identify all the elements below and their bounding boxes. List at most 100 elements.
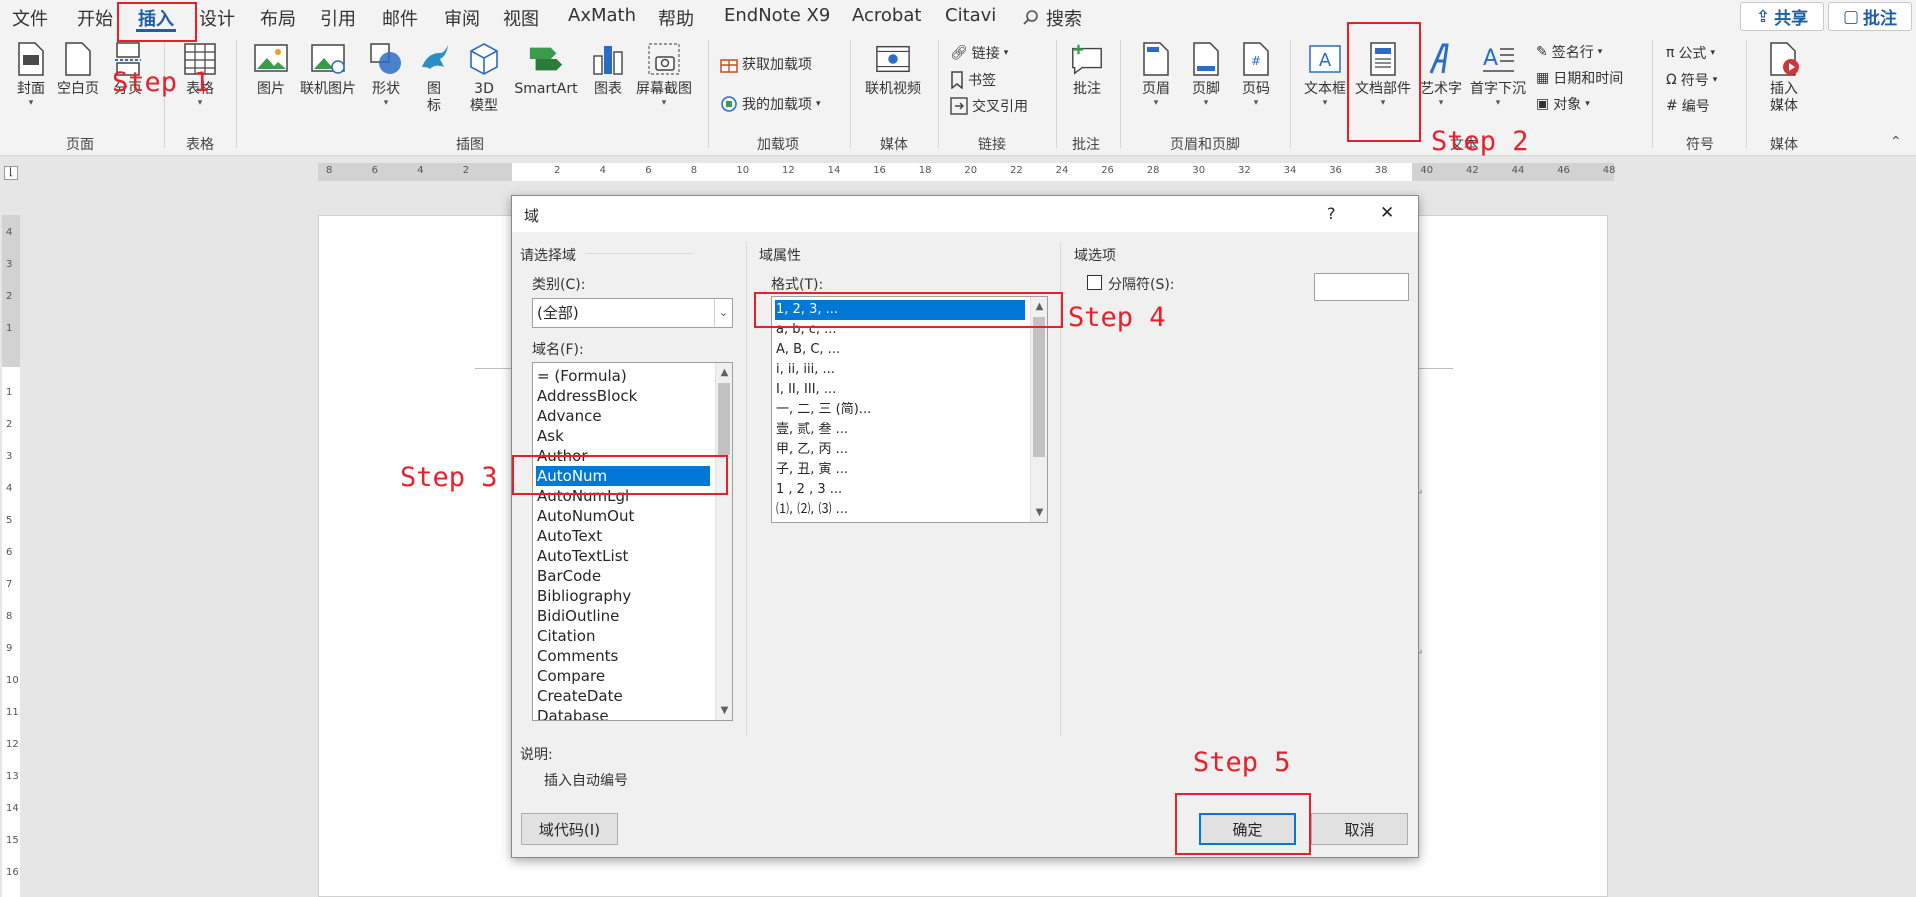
field-list-item[interactable]: Advance (536, 406, 710, 426)
footer-button[interactable]: 页脚 ▾ (1186, 40, 1226, 108)
field-list-item[interactable]: Compare (536, 666, 710, 686)
field-list-item[interactable]: BidiOutline (536, 606, 710, 626)
comments-button[interactable]: ▢ 批注 (1828, 2, 1912, 31)
chevron-down-icon[interactable]: ⌄ (714, 299, 732, 327)
get-addins-button[interactable]: 获取加载项 (720, 54, 812, 74)
vertical-ruler[interactable]: 4 3 2 1 1 2 3 4 5 6 7 8 9 10 11 12 13 14 15 16 (2, 215, 20, 897)
object-button[interactable]: ▣ 对象 ▾ (1536, 94, 1590, 114)
format-list-item[interactable]: 甲, 乙, 丙 ... (775, 440, 1025, 460)
tab-axmath[interactable]: AxMath (568, 5, 636, 26)
format-list[interactable]: 1, 2, 3, ... a, b, c, ... A, B, C, ... i, i… (771, 296, 1048, 523)
field-list-item[interactable]: CreateDate (536, 686, 710, 706)
format-list-item[interactable]: I, II, III, ... (775, 380, 1025, 400)
format-list-item[interactable]: 一, 二, 三 (简)... (775, 400, 1025, 420)
ribbon: 封面 ▾ 空白页 分页 页面 表格 ▾ 表格 图片 联机图片 形状 ▾ 图 标 3D … (0, 34, 1916, 156)
scroll-up-icon[interactable]: ▲ (716, 364, 732, 381)
format-list-item[interactable]: 子, 丑, 寅 ... (775, 460, 1025, 480)
field-list-item[interactable]: Database (536, 706, 710, 720)
horizontal-ruler[interactable]: 8 6 4 2 2 4 6 8 10 12 14 16 18 20 22 24 26 28 30 32 34 36 38 40… (318, 163, 1616, 181)
collapse-ribbon-icon[interactable]: ⌃ (1890, 134, 1902, 150)
symbol-button[interactable]: Ω 符号 ▾ (1666, 70, 1717, 90)
field-list-item[interactable]: AddressBlock (536, 386, 710, 406)
format-list-item[interactable]: A, B, C, ... (775, 340, 1025, 360)
ruler-tick-label: 8 (690, 165, 698, 176)
field-list-item[interactable]: AutoNumOut (536, 506, 710, 526)
field-list-item[interactable]: Citation (536, 626, 710, 646)
scroll-thumb[interactable] (1033, 317, 1045, 457)
format-list-item[interactable]: 1 , 2 , 3 ... (775, 480, 1025, 500)
step2-highlight (1347, 22, 1421, 142)
cancel-button[interactable]: 取消 (1311, 813, 1408, 845)
field-list-item[interactable]: BarCode (536, 566, 710, 586)
icons-button[interactable]: 图 标 (414, 40, 454, 115)
field-names-list[interactable]: = (Formula) AddressBlock Advance Ask Author A… (532, 362, 733, 721)
equation-button[interactable]: π 公式 ▾ (1666, 43, 1715, 63)
help-button[interactable]: ? (1327, 204, 1336, 223)
tab-endnote[interactable]: EndNote X9 (724, 5, 830, 26)
category-select[interactable]: (全部) ⌄ (532, 298, 733, 328)
field-list-item[interactable]: AutoTextList (536, 546, 710, 566)
dropcap-button[interactable]: A 首字下沉 ▾ (1466, 40, 1530, 108)
3d-label-1: 3D (474, 81, 494, 97)
format-list-scrollbar[interactable]: ▲ ▼ (1030, 297, 1047, 522)
datetime-button[interactable]: ▦ 日期和时间 (1536, 68, 1623, 88)
tab-references[interactable]: 引用 (320, 5, 356, 31)
field-list-item[interactable]: Ask (536, 426, 710, 446)
tab-help[interactable]: 帮助 (658, 5, 694, 31)
wordart-button[interactable]: 艺术字 ▾ (1418, 40, 1464, 108)
signature-line-button[interactable]: ✎ 签名行 ▾ (1536, 42, 1602, 62)
search-box[interactable]: 搜索 (1022, 5, 1082, 31)
tab-selector-icon[interactable]: ⌊ (4, 166, 18, 180)
scroll-thumb[interactable] (718, 383, 730, 455)
field-list-item[interactable]: AutoText (536, 526, 710, 546)
screenshot-button[interactable]: 屏幕截图 ▾ (632, 40, 696, 108)
section-line (585, 253, 693, 254)
scroll-down-icon[interactable]: ▼ (1031, 504, 1047, 521)
textbox-button[interactable]: A 文本框 ▾ (1300, 40, 1350, 108)
tab-view[interactable]: 视图 (503, 5, 539, 31)
insert-comment-button[interactable]: 批注 (1064, 40, 1110, 98)
separator-checkbox[interactable] (1087, 275, 1102, 290)
tab-acrobat[interactable]: Acrobat (852, 5, 921, 26)
tab-design[interactable]: 设计 (199, 5, 235, 31)
shapes-button[interactable]: 形状 ▾ (366, 40, 406, 108)
numbering-button[interactable]: # 编号 (1666, 96, 1710, 116)
close-button[interactable]: ✕ (1380, 203, 1394, 223)
wordart-label: 艺术字 (1420, 81, 1462, 97)
tab-mailings[interactable]: 邮件 (382, 5, 418, 31)
bookmark-button[interactable]: 书签 (950, 70, 996, 90)
cross-reference-button[interactable]: 交叉引用 (950, 96, 1028, 116)
picture-button[interactable]: 图片 (250, 40, 292, 98)
field-list-item[interactable]: Bibliography (536, 586, 710, 606)
chart-button[interactable]: 图表 (588, 40, 628, 98)
tab-file[interactable]: 文件 (12, 5, 48, 31)
cover-button[interactable]: 封面 ▾ (12, 40, 50, 108)
scroll-down-icon[interactable]: ▼ (716, 702, 732, 719)
format-list-item[interactable]: i, ii, iii, ... (775, 360, 1025, 380)
blank-page-button[interactable]: 空白页 (56, 40, 100, 98)
separator-input[interactable] (1314, 273, 1409, 301)
field-list-item[interactable]: Comments (536, 646, 710, 666)
tab-citavi[interactable]: Citavi (945, 5, 996, 26)
field-list-scrollbar[interactable]: ▲ ▼ (715, 363, 732, 720)
page-number-button[interactable]: # 页码 ▾ (1236, 40, 1276, 108)
share-button[interactable]: ⇪ 共享 (1740, 2, 1824, 31)
link-button[interactable]: 🔗︎ 链接 ▾ (950, 43, 1008, 63)
tab-home[interactable]: 开始 (77, 5, 113, 31)
header-button[interactable]: 页眉 ▾ (1136, 40, 1176, 108)
format-list-item[interactable]: ⑴, ⑵, ⑶ ... (775, 500, 1025, 520)
field-codes-button[interactable]: 域代码(I) (521, 813, 618, 845)
format-list-item[interactable]: 壹, 贰, 叁 ... (775, 420, 1025, 440)
online-picture-button[interactable]: 联机图片 (296, 40, 360, 98)
my-addins-button[interactable]: 我的加载项 ▾ (720, 94, 821, 114)
insert-media-button[interactable]: 插入 媒体 (1762, 40, 1806, 115)
3d-model-button[interactable]: 3D 模型 (464, 40, 504, 115)
field-list-item[interactable]: = (Formula) (536, 366, 710, 386)
pages-group-label: 页面 (66, 137, 94, 153)
vruler-tick-label: 10 (6, 675, 19, 686)
tab-layout[interactable]: 布局 (260, 5, 296, 31)
tab-review[interactable]: 审阅 (444, 5, 480, 31)
online-video-button[interactable]: 联机视频 (860, 40, 926, 98)
smartart-button[interactable]: SmartArt (512, 40, 580, 98)
vruler-tick-label: 15 (6, 835, 19, 846)
